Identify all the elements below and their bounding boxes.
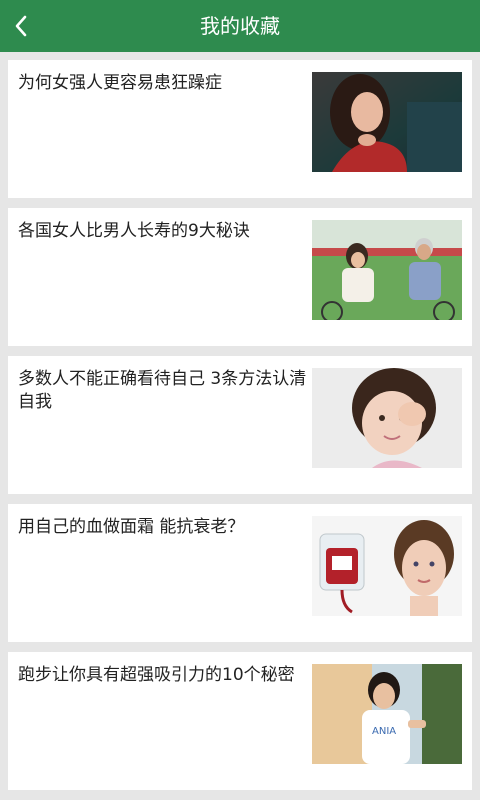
favorite-item-title: 用自己的血做面霜 能抗衰老？ — [18, 517, 245, 537]
favorite-item[interactable]: 为何女强人更容易患狂躁症 — [8, 60, 472, 198]
favorite-item-title: 各国女人比男人长寿的9大秘诀 — [18, 221, 250, 241]
favorite-item[interactable]: 用自己的血做面霜 能抗衰老？ — [8, 504, 472, 642]
favorite-item-title: 跑步让你具有超强吸引力的10个秘密 — [18, 665, 295, 685]
favorite-item[interactable]: 跑步让你具有超强吸引力的10个秘密 ANIA — [8, 652, 472, 790]
favorite-item-thumbnail — [312, 516, 462, 616]
favorite-item[interactable]: 多数人不能正确看待自己 3条方法认清自我 — [8, 356, 472, 494]
favorite-item-thumbnail: ANIA — [312, 664, 462, 764]
page-title: 我的收藏 — [200, 14, 280, 38]
favorite-item-thumbnail — [312, 368, 462, 468]
app-header: 我的收藏 — [0, 0, 480, 52]
favorite-item-title: 多数人不能正确看待自己 3条方法认清自我 — [18, 369, 307, 412]
favorite-item[interactable]: 各国女人比男人长寿的9大秘诀 — [8, 208, 472, 346]
svg-text:ANIA: ANIA — [372, 726, 396, 737]
favorite-item-title: 为何女强人更容易患狂躁症 — [18, 73, 222, 93]
favorites-list: 为何女强人更容易患狂躁症 各国女人比男人长寿的9大秘诀 多数人不能正确看待自己 … — [8, 60, 472, 800]
favorite-item-thumbnail — [312, 220, 462, 320]
favorite-item-thumbnail — [312, 72, 462, 172]
